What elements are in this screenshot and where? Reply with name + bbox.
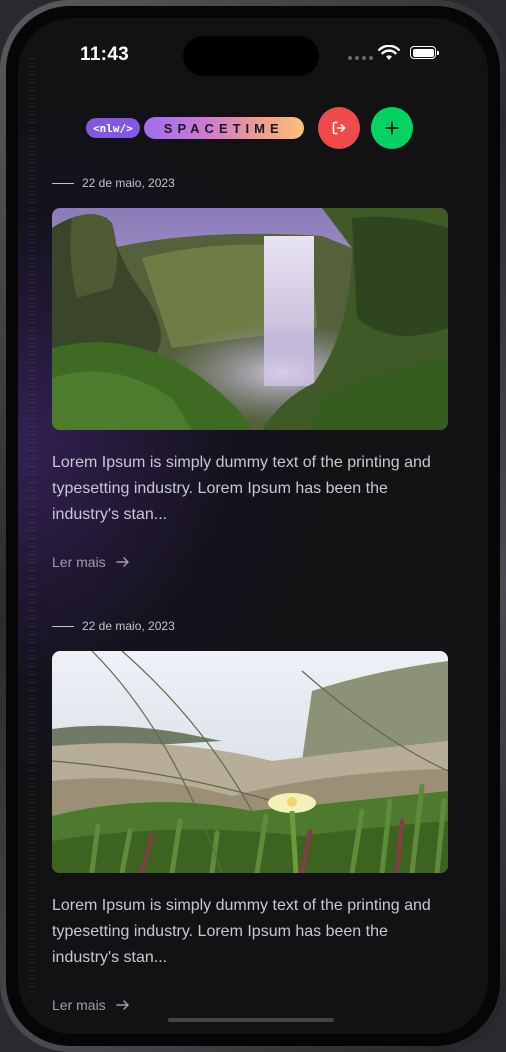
logout-button[interactable] xyxy=(318,107,360,149)
memory-date-row: 22 de maio, 2023 xyxy=(52,176,448,190)
memory-date-row: 22 de maio, 2023 xyxy=(52,619,448,633)
memory-date: 22 de maio, 2023 xyxy=(82,619,175,633)
nlw-logo: <nlw/> xyxy=(86,118,140,138)
memory-photo-waterfall[interactable] xyxy=(52,208,448,430)
home-indicator[interactable] xyxy=(168,1018,334,1022)
plus-icon xyxy=(385,121,399,135)
wifi-icon xyxy=(378,45,400,60)
arrow-right-icon xyxy=(115,1000,129,1010)
memory-excerpt: Lorem Ipsum is simply dummy text of the … xyxy=(52,454,431,523)
read-more-label: Ler mais xyxy=(52,554,106,570)
memory-card: 22 de maio, 2023 Lorem Ipsum is simply d… xyxy=(52,176,448,570)
add-memory-button[interactable] xyxy=(371,107,413,149)
date-line xyxy=(52,625,74,627)
cellular-signal-icon xyxy=(348,56,373,60)
status-bar: 11:43 xyxy=(18,18,488,88)
ruler-decoration xyxy=(28,58,36,994)
flower-image xyxy=(52,651,448,873)
app-header: <nlw/> SPACETIME xyxy=(86,106,413,150)
memory-card: 22 de maio, 2023 Lorem Ipsum is simply d… xyxy=(52,619,448,1013)
arrow-right-icon xyxy=(115,557,129,567)
read-more-label: Ler mais xyxy=(52,997,106,1013)
read-more-link[interactable]: Ler mais xyxy=(52,997,448,1013)
date-line xyxy=(52,182,74,184)
read-more-link[interactable]: Ler mais xyxy=(52,554,448,570)
app-screen: 11:43 <nlw/> SPACETIME 22 de maio, 2023 … xyxy=(18,18,488,1034)
waterfall-image xyxy=(52,208,448,430)
phone-frame: 11:43 <nlw/> SPACETIME 22 de maio, 2023 … xyxy=(0,0,506,1052)
memory-excerpt: Lorem Ipsum is simply dummy text of the … xyxy=(52,897,431,966)
spacetime-logo: SPACETIME xyxy=(143,117,304,139)
memory-date: 22 de maio, 2023 xyxy=(82,176,175,190)
logout-icon xyxy=(332,121,346,135)
battery-icon xyxy=(410,46,439,59)
dynamic-island xyxy=(183,36,319,76)
status-time: 11:43 xyxy=(80,44,130,65)
memory-photo-flower[interactable] xyxy=(52,651,448,873)
